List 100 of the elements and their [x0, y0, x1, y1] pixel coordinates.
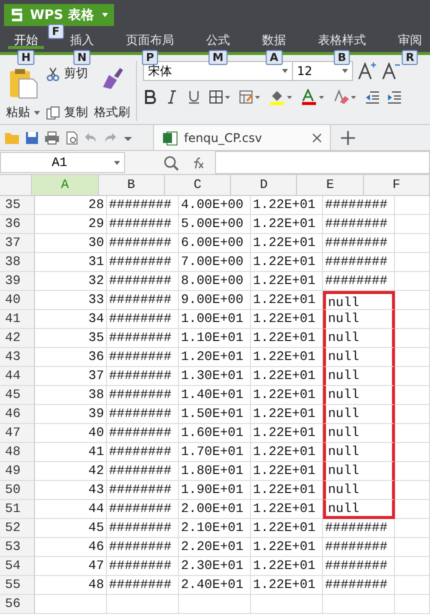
font-color-icon[interactable]: [301, 89, 325, 105]
row-header[interactable]: 39: [0, 272, 35, 291]
eraser-icon[interactable]: [333, 89, 357, 105]
column-header[interactable]: E: [297, 175, 364, 195]
row-header[interactable]: 46: [0, 405, 35, 424]
column-header[interactable]: A: [32, 175, 99, 195]
key-tip: H: [17, 50, 35, 65]
table-cell: ########: [107, 557, 179, 576]
copy-icon: [46, 106, 60, 120]
row-header[interactable]: 35: [0, 196, 35, 215]
increase-indent-icon[interactable]: [387, 90, 401, 104]
dropdown-icon: [102, 13, 108, 17]
row-header[interactable]: 53: [0, 538, 35, 557]
table-cell: [395, 253, 430, 272]
ribbon-tab[interactable]: 公式: [200, 30, 236, 49]
table-cell: ########: [323, 576, 395, 595]
table-cell: [395, 310, 430, 329]
row-header[interactable]: 36: [0, 215, 35, 234]
row-header[interactable]: 40: [0, 291, 35, 310]
table-cell: ########: [107, 291, 179, 310]
new-tab-icon[interactable]: [341, 130, 355, 144]
save-icon[interactable]: [25, 130, 39, 144]
cut-button[interactable]: 剪切: [64, 65, 88, 82]
column-header[interactable]: F: [364, 175, 430, 195]
print-icon[interactable]: [44, 130, 60, 144]
column-header[interactable]: B: [98, 175, 165, 195]
name-box[interactable]: A1: [0, 152, 125, 173]
table-cell: null: [323, 291, 395, 310]
table-cell: [395, 348, 430, 367]
ribbon-tab[interactable]: 页面布局: [120, 30, 180, 49]
table-cell: [395, 386, 430, 405]
table-cell: 1.22E+01: [251, 576, 323, 595]
table-cell: 41: [35, 443, 107, 462]
table-cell: 1.22E+01: [251, 481, 323, 500]
italic-icon[interactable]: [165, 90, 179, 104]
table-cell: [395, 557, 430, 576]
zoom-icon[interactable]: [163, 154, 179, 170]
formula-field[interactable]: [215, 151, 430, 174]
increase-font-icon[interactable]: [357, 61, 377, 81]
column-header[interactable]: D: [231, 175, 298, 195]
font-dropdown[interactable]: 宋体: [143, 61, 293, 81]
row-header[interactable]: 48: [0, 443, 35, 462]
table-cell: 1.10E+01: [179, 329, 251, 348]
row-header[interactable]: 56: [0, 595, 35, 614]
row-header[interactable]: 51: [0, 500, 35, 519]
key-tip: F: [48, 24, 64, 39]
table-style-icon[interactable]: [239, 90, 261, 104]
row-header[interactable]: 52: [0, 519, 35, 538]
table-cell: [395, 291, 430, 310]
underline-icon[interactable]: [187, 90, 201, 104]
table-cell: ########: [107, 196, 179, 215]
row-header[interactable]: 45: [0, 386, 35, 405]
table-cell: 37: [35, 367, 107, 386]
table-cell: ########: [107, 519, 179, 538]
table-cell: 6.00E+00: [179, 234, 251, 253]
row-header[interactable]: 41: [0, 310, 35, 329]
app-menu-button[interactable]: WPS 表格: [4, 4, 114, 26]
ribbon-tab[interactable]: 插入: [64, 30, 100, 49]
key-tip: M: [208, 50, 228, 65]
bold-icon[interactable]: [143, 90, 157, 104]
row-header[interactable]: 44: [0, 367, 35, 386]
table-cell: [395, 329, 430, 348]
table-cell: 31: [35, 253, 107, 272]
row-header[interactable]: 42: [0, 329, 35, 348]
table-cell: ########: [323, 272, 395, 291]
decrease-indent-icon[interactable]: [365, 90, 379, 104]
table-cell: 1.50E+01: [179, 405, 251, 424]
table-cell: 43: [35, 481, 107, 500]
dropdown-icon[interactable]: [34, 110, 40, 114]
fill-color-icon[interactable]: [269, 89, 293, 105]
app-title: WPS 表格: [30, 7, 94, 24]
row-header[interactable]: 37: [0, 234, 35, 253]
table-cell: [179, 595, 251, 614]
ribbon-tab[interactable]: 表格样式: [312, 30, 372, 49]
row-header[interactable]: 54: [0, 557, 35, 576]
table-cell: 5.00E+00: [179, 215, 251, 234]
table-cell: 34: [35, 310, 107, 329]
row-header[interactable]: 49: [0, 462, 35, 481]
table-cell: ########: [107, 405, 179, 424]
document-tab[interactable]: fenqu_CP.csv: [153, 125, 331, 150]
copy-button[interactable]: 复制: [64, 104, 88, 121]
borders-icon[interactable]: [209, 90, 231, 104]
format-painter-button[interactable]: 格式刷: [94, 104, 130, 121]
decrease-font-icon[interactable]: [381, 61, 401, 81]
row-header[interactable]: 43: [0, 348, 35, 367]
font-size-dropdown[interactable]: 12: [293, 61, 353, 81]
row-header[interactable]: 50: [0, 481, 35, 500]
paste-icon[interactable]: [8, 67, 38, 99]
row-header[interactable]: 47: [0, 424, 35, 443]
ribbon-tab[interactable]: 审阅: [392, 30, 428, 49]
close-icon[interactable]: [312, 132, 322, 142]
row-header[interactable]: 55: [0, 576, 35, 595]
print-preview-icon[interactable]: [65, 130, 79, 144]
table-cell: 1.22E+01: [251, 234, 323, 253]
table-cell: ########: [107, 272, 179, 291]
row-header[interactable]: 38: [0, 253, 35, 272]
paste-button[interactable]: 粘贴: [6, 104, 30, 121]
table-cell: null: [323, 310, 395, 329]
column-header[interactable]: C: [164, 175, 232, 195]
ribbon-tab[interactable]: 数据: [256, 30, 292, 49]
